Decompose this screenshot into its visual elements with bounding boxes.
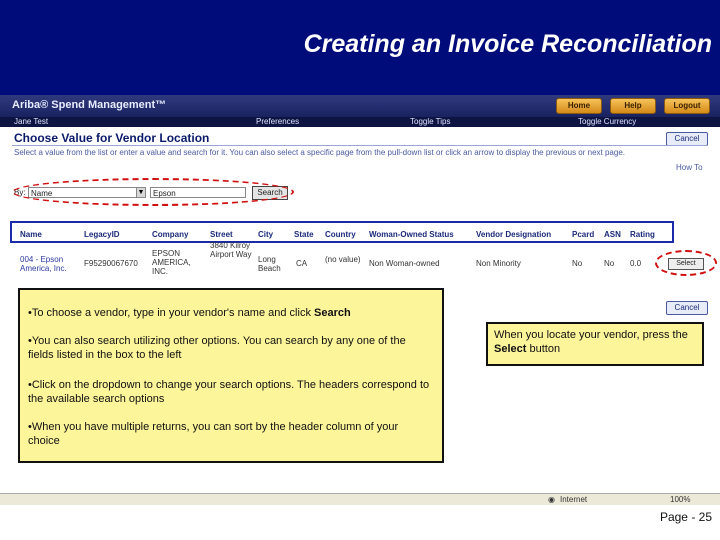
col-name[interactable]: Name <box>20 230 42 239</box>
col-country[interactable]: Country <box>325 230 356 239</box>
browser-status-bar: ◉ Internet 100% <box>0 493 720 505</box>
cancel-button-top[interactable]: Cancel <box>666 132 708 146</box>
designation-cell: Non Minority <box>476 259 521 268</box>
select-button[interactable]: Select <box>668 258 704 270</box>
select-callout-bold: Select <box>494 343 527 355</box>
select-callout-prefix: When you locate your vendor, press the <box>494 329 688 341</box>
state-cell: CA <box>296 259 308 268</box>
street-cell: 3840 Kilroy Airport Way <box>210 241 252 259</box>
slide-title: Creating an Invoice Reconciliation <box>303 30 712 58</box>
callout-bullet-1-bold: Search <box>314 307 351 319</box>
callout-bullet-1-text: •To choose a vendor, type in your vendor… <box>28 307 314 319</box>
col-city[interactable]: City <box>258 230 273 239</box>
select-callout-suffix: button <box>526 343 561 355</box>
preferences-link[interactable]: Preferences <box>256 117 299 127</box>
col-company[interactable]: Company <box>152 230 188 239</box>
toggle-currency-link[interactable]: Toggle Currency <box>578 117 636 127</box>
toggle-tips-link[interactable]: Toggle Tips <box>410 117 450 127</box>
table-row: 004 - Epson America, Inc. F95290067670 E… <box>0 241 720 277</box>
instruction-callout: •To choose a vendor, type in your vendor… <box>18 288 444 463</box>
home-button[interactable]: Home <box>556 98 602 114</box>
col-legacyid[interactable]: LegacyID <box>84 230 120 239</box>
col-asn[interactable]: ASN <box>604 230 621 239</box>
company-cell: EPSON AMERICA, INC. <box>152 249 191 276</box>
col-woman-owned[interactable]: Woman-Owned Status <box>369 230 454 239</box>
select-callout: When you locate your vendor, press the S… <box>486 322 704 366</box>
globe-icon: ◉ <box>548 495 555 504</box>
instructions-text: Select a value from the list or enter a … <box>14 148 625 157</box>
status-zone: Internet <box>560 495 588 504</box>
zoom-level[interactable]: 100% <box>670 495 690 504</box>
city-cell: Long Beach <box>258 255 281 273</box>
panel-title: Choose Value for Vendor Location <box>14 131 210 145</box>
select-callout-text: When you locate your vendor, press the S… <box>494 328 700 356</box>
col-rating[interactable]: Rating <box>630 230 655 239</box>
how-to-link[interactable]: How To <box>676 163 703 172</box>
divider <box>12 145 708 146</box>
asn-cell: No <box>604 259 615 268</box>
pcard-cell: No <box>572 259 583 268</box>
callout-bullet-2: •You can also search utilizing other opt… <box>28 335 406 361</box>
rating-cell: 0.0 <box>630 259 642 268</box>
col-vendor-designation[interactable]: Vendor Designation <box>476 230 551 239</box>
user-name: Jane Test <box>14 117 49 126</box>
country-cell: (no value) <box>325 255 361 264</box>
search-highlight-oval <box>12 178 294 206</box>
legacy-id-cell: F95290067670 <box>84 259 138 268</box>
col-street[interactable]: Street <box>210 230 233 239</box>
user-menu-bar: Jane Test Preferences Toggle Tips Toggle… <box>0 117 720 127</box>
page-number: Page - 25 <box>659 510 712 524</box>
callout-bullet-4: •When you have multiple returns, you can… <box>28 421 399 447</box>
col-state[interactable]: State <box>294 230 314 239</box>
help-button[interactable]: Help <box>610 98 656 114</box>
vendor-name-link[interactable]: 004 - Epson America, Inc. <box>20 255 78 273</box>
ariba-logo: Ariba® Spend Management™ <box>12 99 167 111</box>
ariba-header-bar: Ariba® Spend Management™ Home Help Logou… <box>0 95 720 117</box>
callout-bullet-1: •To choose a vendor, type in your vendor… <box>28 306 432 320</box>
logout-button[interactable]: Logout <box>664 98 710 114</box>
woman-owned-cell: Non Woman-owned <box>369 259 440 268</box>
cancel-button-bottom[interactable]: Cancel <box>666 301 708 315</box>
col-pcard[interactable]: Pcard <box>572 230 594 239</box>
callout-bullet-3: •Click on the dropdown to change your se… <box>28 379 430 405</box>
